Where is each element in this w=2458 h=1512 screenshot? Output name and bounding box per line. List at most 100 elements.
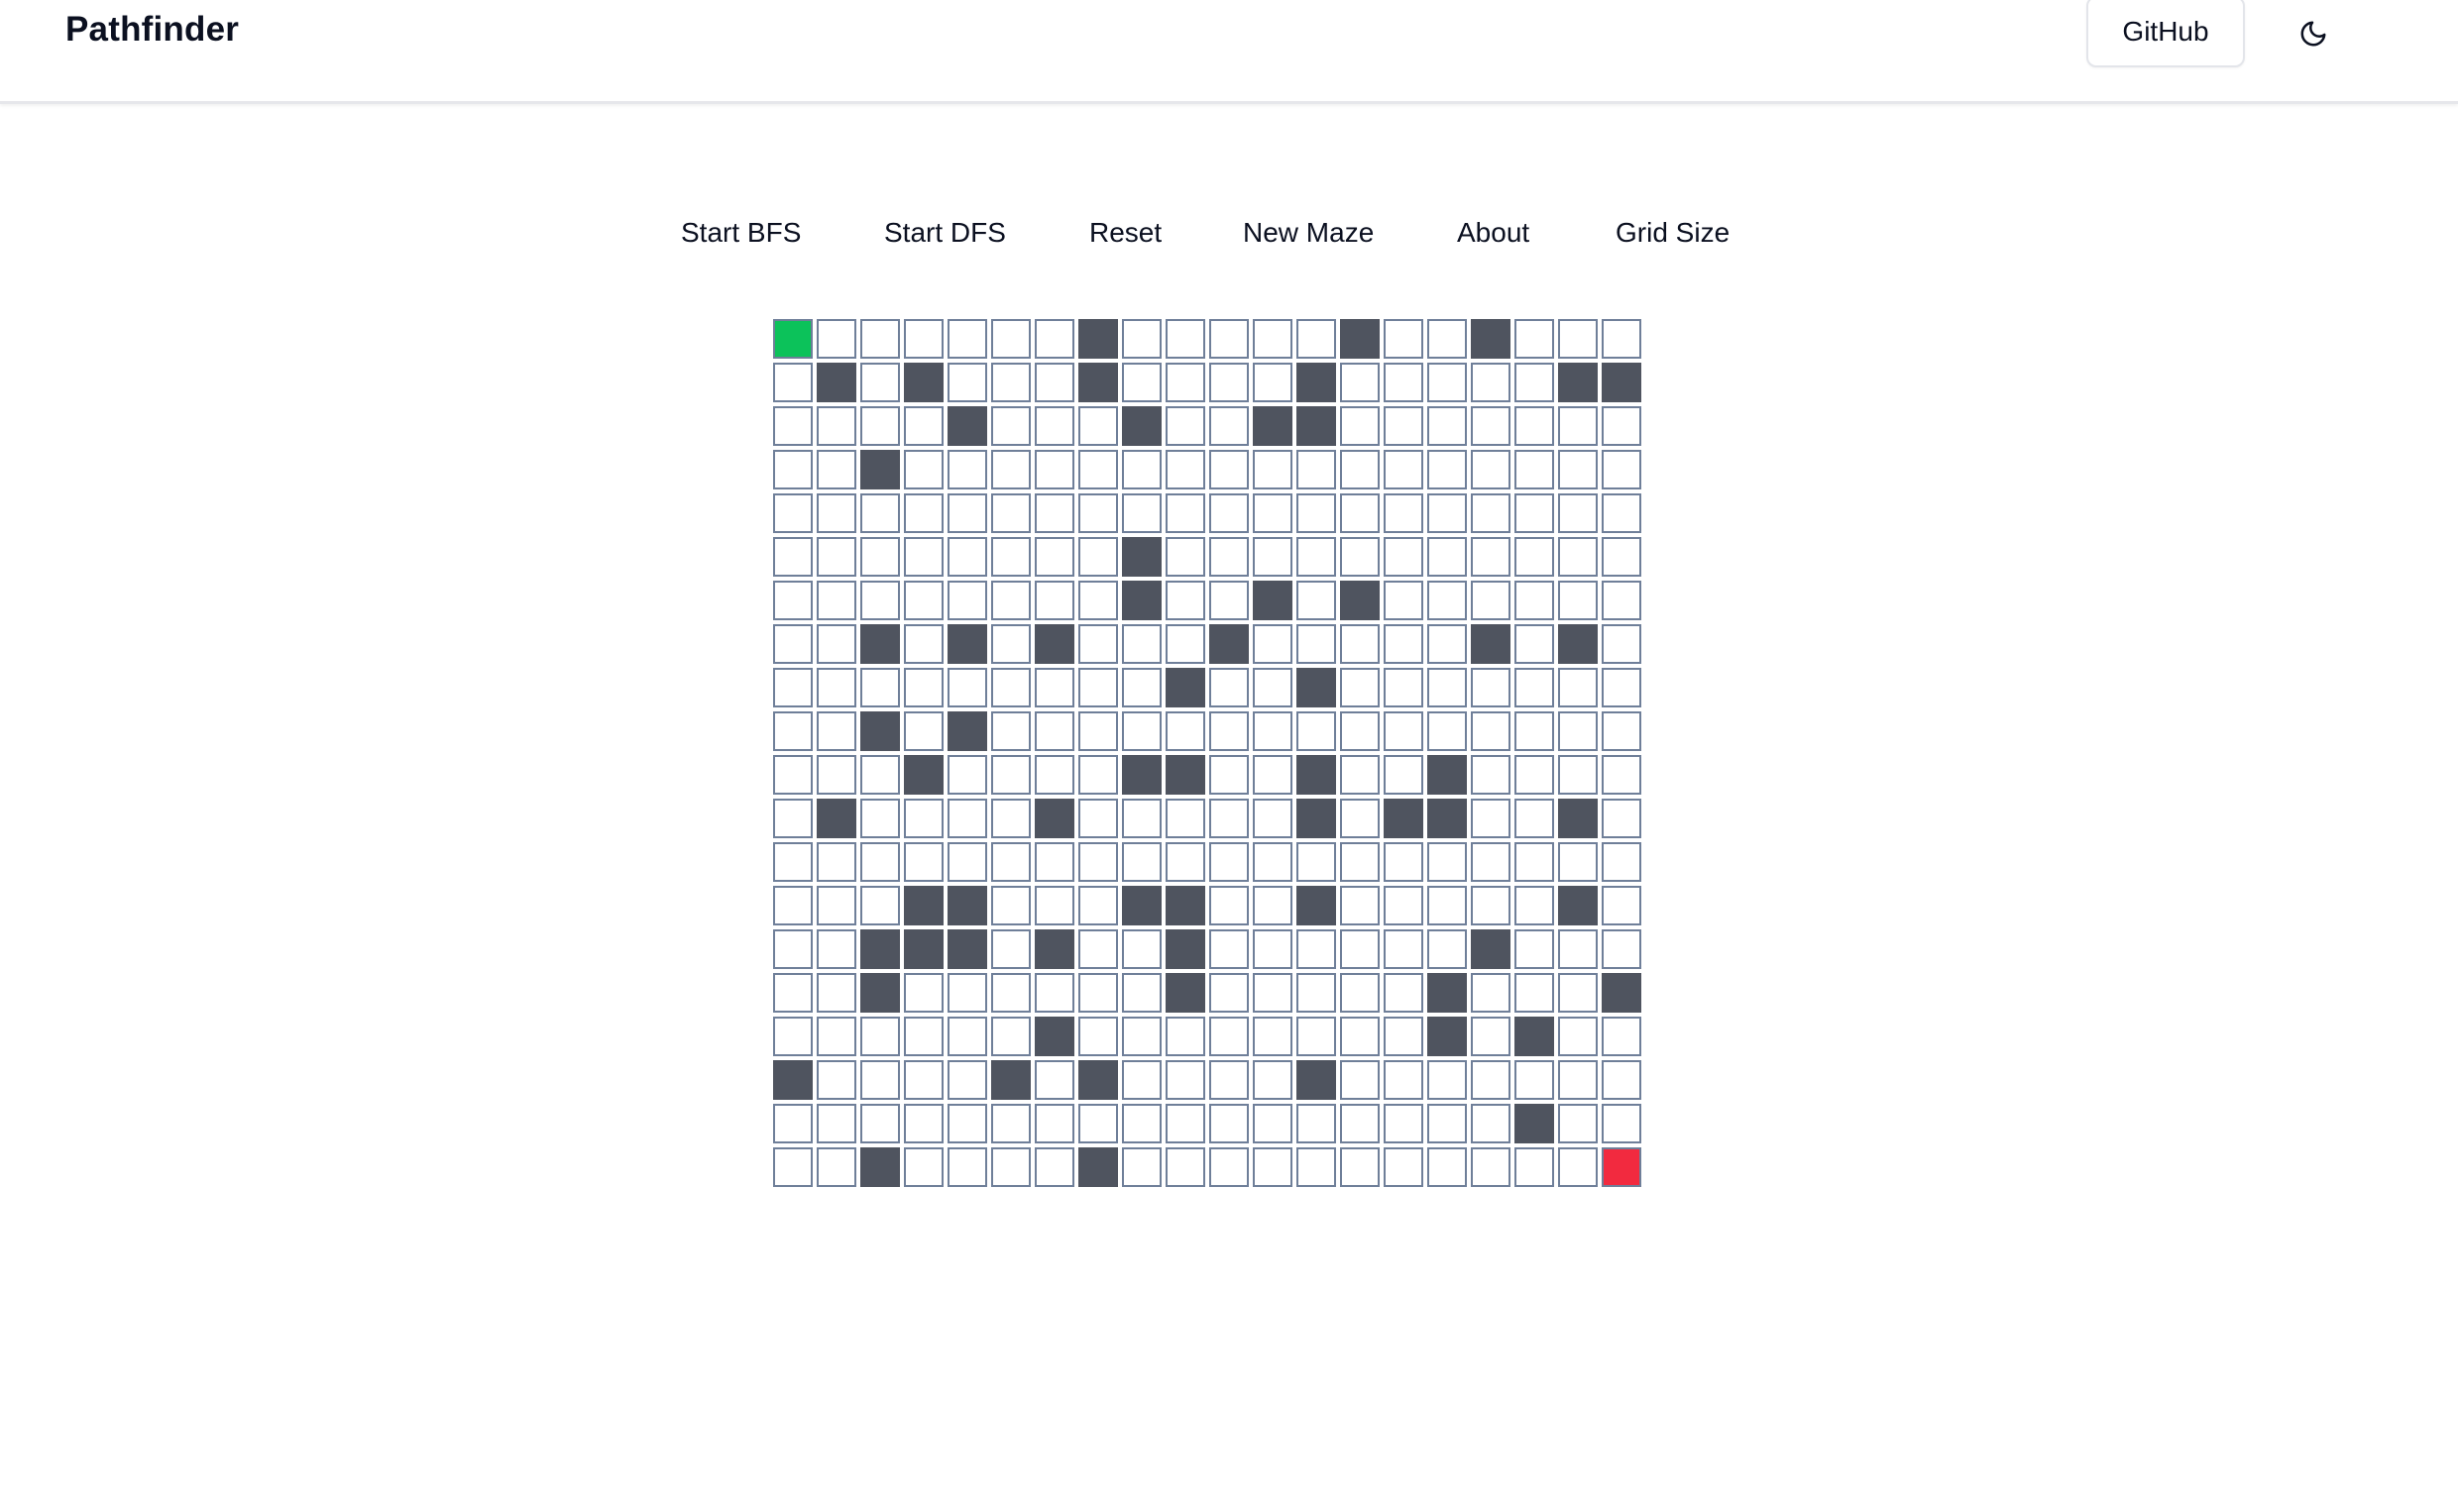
wall-cell[interactable] [860, 450, 900, 489]
empty-cell[interactable] [1558, 755, 1598, 795]
start-cell[interactable] [773, 319, 813, 359]
wall-cell[interactable] [948, 406, 987, 446]
empty-cell[interactable] [817, 450, 856, 489]
empty-cell[interactable] [1558, 1017, 1598, 1056]
wall-cell[interactable] [991, 1060, 1031, 1100]
empty-cell[interactable] [1384, 1104, 1423, 1143]
empty-cell[interactable] [1340, 624, 1380, 664]
empty-cell[interactable] [1209, 1147, 1249, 1187]
empty-cell[interactable] [817, 973, 856, 1013]
empty-cell[interactable] [1035, 406, 1074, 446]
empty-cell[interactable] [1166, 624, 1205, 664]
empty-cell[interactable] [1471, 406, 1510, 446]
empty-cell[interactable] [1427, 537, 1467, 577]
empty-cell[interactable] [1122, 363, 1162, 402]
empty-cell[interactable] [1078, 537, 1118, 577]
empty-cell[interactable] [904, 711, 944, 751]
empty-cell[interactable] [1602, 537, 1641, 577]
empty-cell[interactable] [1514, 668, 1554, 707]
empty-cell[interactable] [1514, 406, 1554, 446]
empty-cell[interactable] [1514, 450, 1554, 489]
empty-cell[interactable] [948, 1017, 987, 1056]
empty-cell[interactable] [1558, 450, 1598, 489]
empty-cell[interactable] [1427, 711, 1467, 751]
empty-cell[interactable] [1253, 1017, 1292, 1056]
empty-cell[interactable] [1514, 755, 1554, 795]
empty-cell[interactable] [1296, 929, 1336, 969]
empty-cell[interactable] [1166, 406, 1205, 446]
empty-cell[interactable] [817, 929, 856, 969]
empty-cell[interactable] [773, 799, 813, 838]
empty-cell[interactable] [1078, 886, 1118, 925]
empty-cell[interactable] [1602, 493, 1641, 533]
empty-cell[interactable] [948, 1060, 987, 1100]
empty-cell[interactable] [1035, 1147, 1074, 1187]
empty-cell[interactable] [860, 406, 900, 446]
empty-cell[interactable] [1514, 1147, 1554, 1187]
empty-cell[interactable] [1166, 581, 1205, 620]
wall-cell[interactable] [1471, 929, 1510, 969]
empty-cell[interactable] [1209, 799, 1249, 838]
empty-cell[interactable] [991, 929, 1031, 969]
empty-cell[interactable] [991, 711, 1031, 751]
empty-cell[interactable] [1427, 929, 1467, 969]
empty-cell[interactable] [904, 1104, 944, 1143]
empty-cell[interactable] [904, 406, 944, 446]
wall-cell[interactable] [860, 711, 900, 751]
empty-cell[interactable] [1253, 973, 1292, 1013]
empty-cell[interactable] [1122, 929, 1162, 969]
empty-cell[interactable] [1340, 842, 1380, 882]
empty-cell[interactable] [904, 624, 944, 664]
wall-cell[interactable] [1035, 799, 1074, 838]
empty-cell[interactable] [991, 363, 1031, 402]
wall-cell[interactable] [904, 886, 944, 925]
wall-cell[interactable] [1078, 1060, 1118, 1100]
empty-cell[interactable] [1384, 493, 1423, 533]
empty-cell[interactable] [1078, 624, 1118, 664]
wall-cell[interactable] [1122, 406, 1162, 446]
empty-cell[interactable] [1209, 973, 1249, 1013]
empty-cell[interactable] [1035, 493, 1074, 533]
empty-cell[interactable] [1384, 537, 1423, 577]
empty-cell[interactable] [1602, 668, 1641, 707]
wall-cell[interactable] [948, 711, 987, 751]
empty-cell[interactable] [1166, 319, 1205, 359]
empty-cell[interactable] [991, 973, 1031, 1013]
wall-cell[interactable] [860, 929, 900, 969]
empty-cell[interactable] [1602, 1017, 1641, 1056]
empty-cell[interactable] [1253, 319, 1292, 359]
empty-cell[interactable] [991, 624, 1031, 664]
empty-cell[interactable] [1296, 1104, 1336, 1143]
empty-cell[interactable] [1558, 842, 1598, 882]
empty-cell[interactable] [817, 581, 856, 620]
empty-cell[interactable] [991, 406, 1031, 446]
wall-cell[interactable] [860, 1147, 900, 1187]
empty-cell[interactable] [1166, 363, 1205, 402]
empty-cell[interactable] [1296, 842, 1336, 882]
reset-button[interactable]: Reset [1089, 210, 1162, 256]
wall-cell[interactable] [1558, 363, 1598, 402]
empty-cell[interactable] [1602, 450, 1641, 489]
empty-cell[interactable] [1558, 973, 1598, 1013]
empty-cell[interactable] [773, 363, 813, 402]
wall-cell[interactable] [1558, 624, 1598, 664]
empty-cell[interactable] [1253, 799, 1292, 838]
empty-cell[interactable] [1035, 886, 1074, 925]
wall-cell[interactable] [1166, 668, 1205, 707]
empty-cell[interactable] [1427, 363, 1467, 402]
wall-cell[interactable] [773, 1060, 813, 1100]
empty-cell[interactable] [1340, 973, 1380, 1013]
empty-cell[interactable] [1340, 1147, 1380, 1187]
empty-cell[interactable] [1166, 537, 1205, 577]
empty-cell[interactable] [817, 711, 856, 751]
empty-cell[interactable] [817, 319, 856, 359]
wall-cell[interactable] [1035, 1017, 1074, 1056]
empty-cell[interactable] [1209, 1104, 1249, 1143]
wall-cell[interactable] [1514, 1017, 1554, 1056]
empty-cell[interactable] [1035, 711, 1074, 751]
empty-cell[interactable] [1471, 799, 1510, 838]
empty-cell[interactable] [1384, 450, 1423, 489]
empty-cell[interactable] [904, 581, 944, 620]
empty-cell[interactable] [1384, 929, 1423, 969]
empty-cell[interactable] [948, 973, 987, 1013]
